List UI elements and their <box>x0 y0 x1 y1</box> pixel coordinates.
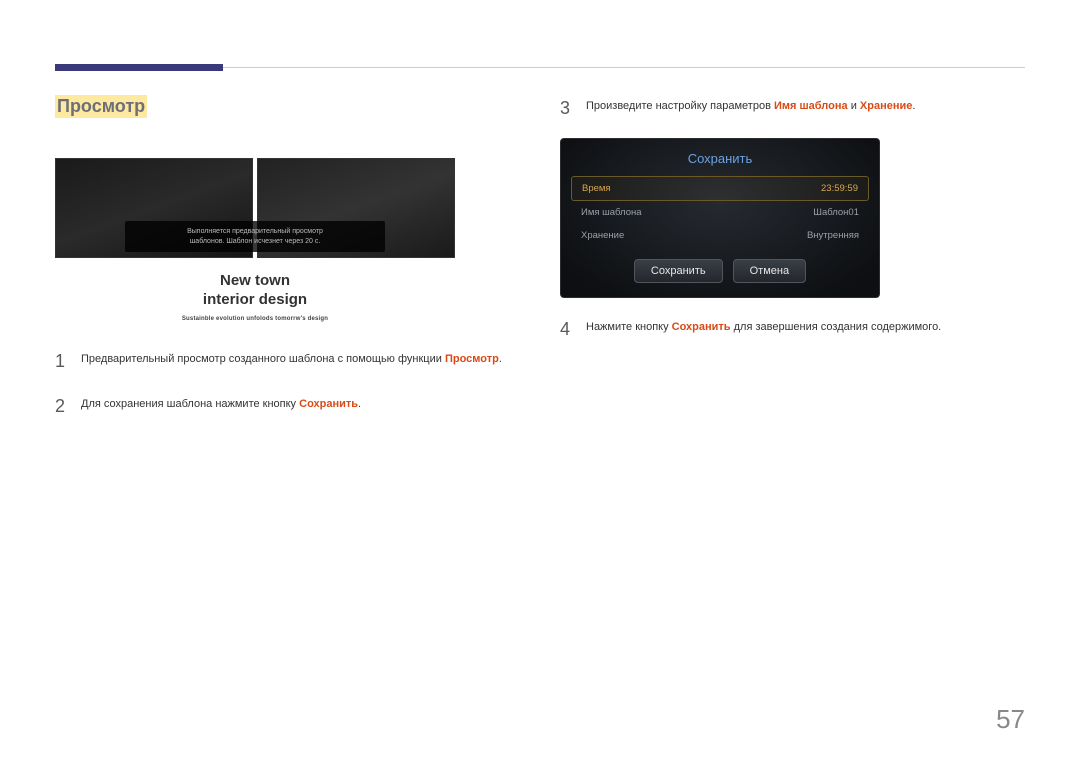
preview-subtitle: Sustainble evolution unfolods tomorrw's … <box>63 316 447 322</box>
cancel-button[interactable]: Отмена <box>733 259 806 283</box>
step-4-text: Нажмите кнопку Сохранить для завершения … <box>586 316 941 343</box>
step-1-number: 1 <box>55 348 69 375</box>
step-1-text-a: Предварительный просмотр созданного шабл… <box>81 353 445 365</box>
step-4-text-a: Нажмите кнопку <box>586 321 672 333</box>
dialog-row-storage-value: Внутренняя <box>807 230 859 241</box>
step-1-em: Просмотр <box>445 353 499 365</box>
preview-overlay-message: Выполняется предварительный просмотр шаб… <box>125 221 385 252</box>
dialog-row-time-label: Время <box>582 183 611 194</box>
preview-headline-l1: New town <box>220 272 290 289</box>
step-3-mid: и <box>848 100 860 112</box>
section-title: Просмотр <box>55 95 147 118</box>
page-number: 57 <box>996 704 1025 735</box>
save-dialog: Сохранить Время 23:59:59 Имя шаблона Шаб… <box>560 138 880 298</box>
step-3-number: 3 <box>560 95 574 122</box>
step-2: 2 Для сохранения шаблона нажмите кнопку … <box>55 393 520 420</box>
preview-overlay-line2: шаблонов. Шаблон исчезнет через 20 с. <box>190 238 321 245</box>
step-2-text-a: Для сохранения шаблона нажмите кнопку <box>81 398 299 410</box>
dialog-row-time[interactable]: Время 23:59:59 <box>571 176 869 201</box>
dialog-row-name-value: Шаблон01 <box>813 207 859 218</box>
step-3-text: Произведите настройку параметров Имя шаб… <box>586 95 915 122</box>
step-2-em: Сохранить <box>299 398 358 410</box>
right-column: 3 Произведите настройку параметров Имя ш… <box>560 95 1025 420</box>
step-4-text-b: для завершения создания содержимого. <box>731 321 942 333</box>
preview-mock: Выполняется предварительный просмотр шаб… <box>55 158 455 330</box>
step-3-text-b: . <box>912 100 915 112</box>
dialog-row-storage-label: Хранение <box>581 230 624 241</box>
step-4-em: Сохранить <box>672 321 731 333</box>
step-1: 1 Предварительный просмотр созданного ша… <box>55 348 520 375</box>
step-2-text: Для сохранения шаблона нажмите кнопку Со… <box>81 393 361 420</box>
step-4-number: 4 <box>560 316 574 343</box>
step-3-em1: Имя шаблона <box>774 100 848 112</box>
dialog-row-name[interactable]: Имя шаблона Шаблон01 <box>571 201 869 224</box>
step-4: 4 Нажмите кнопку Сохранить для завершени… <box>560 316 1025 343</box>
step-1-text: Предварительный просмотр созданного шабл… <box>81 348 502 375</box>
preview-headline-l2: interior design <box>203 291 307 308</box>
step-2-text-b: . <box>358 398 361 410</box>
step-3-text-a: Произведите настройку параметров <box>586 100 774 112</box>
step-3: 3 Произведите настройку параметров Имя ш… <box>560 95 1025 122</box>
top-accent-bar <box>55 64 223 71</box>
save-dialog-title: Сохранить <box>571 149 869 176</box>
step-2-number: 2 <box>55 393 69 420</box>
preview-overlay-line1: Выполняется предварительный просмотр <box>187 228 323 235</box>
preview-headline: New town interior design <box>63 272 447 310</box>
dialog-row-time-value: 23:59:59 <box>821 183 858 194</box>
left-column: Просмотр Выполняется предварительный про… <box>55 95 520 420</box>
dialog-row-storage[interactable]: Хранение Внутренняя <box>571 224 869 247</box>
step-1-text-b: . <box>499 353 502 365</box>
dialog-row-name-label: Имя шаблона <box>581 207 642 218</box>
step-3-em2: Хранение <box>860 100 912 112</box>
save-button[interactable]: Сохранить <box>634 259 723 283</box>
